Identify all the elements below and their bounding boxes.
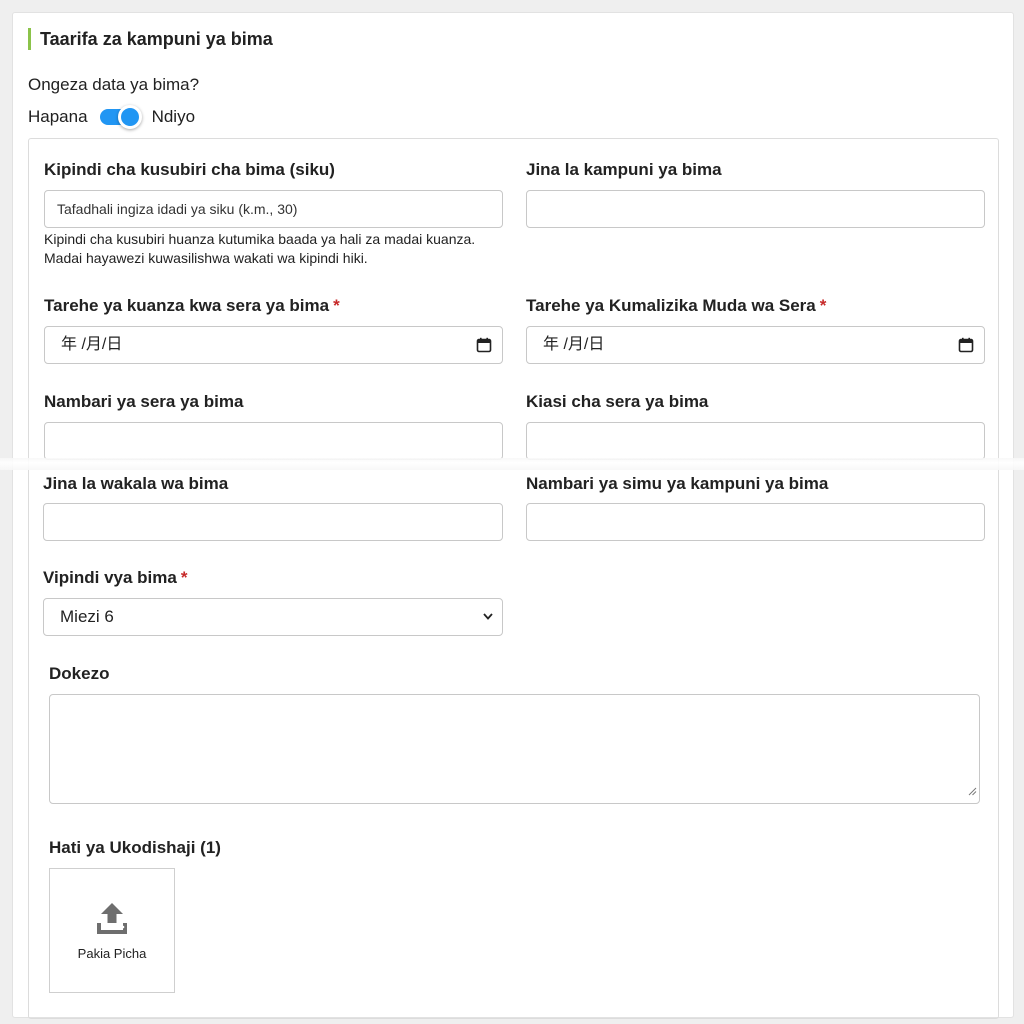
start-date-label-text: Tarehe ya kuanza kwa sera ya bima bbox=[44, 296, 330, 315]
company-phone-label: Nambari ya simu ya kampuni ya bima bbox=[526, 474, 829, 493]
policy-number-input[interactable] bbox=[44, 422, 503, 460]
note-textarea[interactable] bbox=[49, 694, 980, 804]
required-marker: * bbox=[180, 568, 188, 587]
waiting-period-input[interactable]: Tafadhali ingiza idadi ya siku (k.m., 30… bbox=[44, 190, 503, 228]
periods-selected-value: Miezi 6 bbox=[60, 607, 114, 626]
toggle-off-label: Hapana bbox=[28, 107, 88, 126]
end-date-label: Tarehe ya Kumalizika Muda wa Sera * bbox=[526, 296, 826, 316]
agent-name-label: Jina la wakala wa bima bbox=[43, 474, 229, 493]
periods-label: Vipindi vya bima * bbox=[43, 568, 187, 588]
resize-handle-icon[interactable] bbox=[967, 783, 977, 801]
waiting-period-label: Kipindi cha kusubiri cha bima (siku) bbox=[44, 160, 335, 179]
insurance-card: Taarifa za kampuni ya bima Ongeza data y… bbox=[12, 12, 1014, 1019]
calendar-icon[interactable] bbox=[958, 337, 974, 353]
company-name-label: Jina la kampuni ya bima bbox=[526, 160, 722, 179]
toggle-on-label: Ndiyo bbox=[151, 107, 196, 126]
start-date-display: 年 /月/日 bbox=[61, 336, 123, 353]
upload-icon bbox=[94, 901, 130, 942]
waiting-period-help-1: Kipindi cha kusubiri huanza kutumika baa… bbox=[44, 231, 476, 247]
policy-number-label: Nambari ya sera ya bima bbox=[44, 392, 244, 411]
chevron-down-icon bbox=[482, 599, 494, 635]
upload-photo-button[interactable]: Pakia Picha bbox=[49, 868, 175, 993]
toggle-knob bbox=[117, 105, 142, 129]
policy-amount-label: Kiasi cha sera ya bima bbox=[526, 392, 709, 411]
section-title: Taarifa za kampuni ya bima bbox=[28, 28, 273, 50]
company-name-input[interactable] bbox=[526, 190, 985, 228]
insurance-toggle-switch[interactable] bbox=[99, 105, 142, 129]
add-insurance-question: Ongeza data ya bima? bbox=[28, 75, 200, 94]
company-phone-input[interactable] bbox=[526, 503, 985, 541]
periods-select[interactable]: Miezi 6 bbox=[43, 598, 503, 636]
insurance-form: Kipindi cha kusubiri cha bima (siku) Taf… bbox=[28, 138, 999, 1019]
periods-label-text: Vipindi vya bima bbox=[43, 568, 177, 587]
start-date-label: Tarehe ya kuanza kwa sera ya bima * bbox=[44, 296, 340, 316]
required-marker: * bbox=[819, 296, 827, 315]
start-date-input[interactable]: 年 /月/日 bbox=[44, 326, 503, 364]
policy-amount-input[interactable] bbox=[526, 422, 985, 460]
lease-document-label: Hati ya Ukodishaji (1) bbox=[49, 838, 221, 857]
end-date-label-text: Tarehe ya Kumalizika Muda wa Sera bbox=[526, 296, 816, 315]
waiting-period-help-2: Madai hayawezi kuwasilishwa wakati wa ki… bbox=[44, 250, 368, 266]
insurance-toggle-row: Hapana Ndiyo bbox=[28, 105, 195, 129]
required-marker: * bbox=[333, 296, 340, 315]
screenshot-seam bbox=[0, 458, 1024, 470]
end-date-input[interactable]: 年 /月/日 bbox=[526, 326, 985, 364]
note-label: Dokezo bbox=[49, 664, 110, 683]
end-date-display: 年 /月/日 bbox=[543, 336, 605, 353]
upload-photo-label: Pakia Picha bbox=[77, 945, 147, 961]
agent-name-input[interactable] bbox=[43, 503, 503, 541]
calendar-icon[interactable] bbox=[476, 337, 492, 353]
